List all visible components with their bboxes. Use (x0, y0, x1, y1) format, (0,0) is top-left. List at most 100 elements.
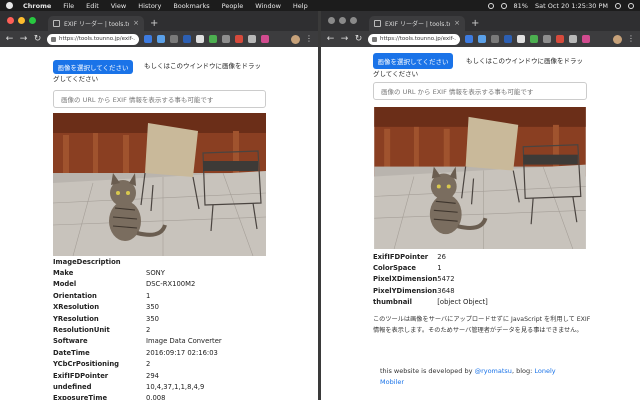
close-window-button[interactable] (7, 17, 14, 24)
extension-icon[interactable] (209, 35, 217, 43)
browser-menu-icon[interactable]: ⋮ (305, 35, 313, 43)
minimize-window-button[interactable] (18, 17, 25, 24)
menu-edit[interactable]: Edit (86, 2, 99, 10)
extension-icon[interactable] (478, 35, 486, 43)
reload-icon[interactable]: ↻ (33, 34, 42, 44)
close-tab-icon[interactable]: × (454, 20, 460, 27)
window-controls (328, 17, 357, 24)
exif-value: DSC-RX100M2 (146, 280, 196, 289)
desktop-screen: Chrome File Edit View History Bookmarks … (0, 0, 640, 400)
apple-icon[interactable] (6, 2, 13, 9)
extension-icon[interactable] (569, 35, 577, 43)
privacy-note: このツールは画像をサーバにアップロードせずに JavaScript を利用して … (373, 316, 591, 334)
zoom-window-button[interactable] (29, 17, 36, 24)
page-favicon-icon (53, 20, 60, 27)
exif-key: XResolution (53, 303, 100, 312)
exif-row: XResolution 350 (53, 302, 266, 313)
browser-menu-icon[interactable]: ⋮ (627, 35, 635, 43)
image-url-input[interactable]: 画像の URL から EXIF 情報を表示する事も可能です (373, 82, 587, 100)
footer-middle: , blog: (511, 367, 533, 375)
new-tab-button[interactable]: + (471, 18, 479, 29)
author-link[interactable]: @ryomatsu (475, 367, 512, 375)
extension-icon[interactable] (222, 35, 230, 43)
forward-icon[interactable]: → (340, 34, 349, 44)
reload-icon[interactable]: ↻ (354, 34, 363, 44)
menu-file[interactable]: File (63, 2, 74, 10)
exif-row: YCbCrPositioning 2 (53, 359, 266, 370)
extension-icon[interactable] (157, 35, 165, 43)
image-url-input[interactable]: 画像の URL から EXIF 情報を表示する事も可能です (53, 90, 266, 108)
extension-icon[interactable] (556, 35, 564, 43)
menu-people[interactable]: People (222, 2, 244, 10)
profile-avatar[interactable] (613, 34, 622, 44)
tab-title: EXIF リーダー | tools.tounno.jp (385, 21, 450, 28)
page-content: 画像を選択してください もしくはこのウインドウに画像をドラッグしてください 画像… (321, 47, 640, 400)
volume-icon[interactable] (500, 2, 507, 9)
menu-app-name[interactable]: Chrome (23, 2, 51, 10)
exif-key: YResolution (53, 314, 99, 323)
close-tab-icon[interactable]: × (133, 20, 139, 27)
extension-icon[interactable] (248, 35, 256, 43)
exif-row: YResolution 350 (53, 313, 266, 324)
address-url[interactable]: https://tools.tounno.jp/exif-... (380, 36, 456, 42)
exif-key: Orientation (53, 291, 97, 300)
browser-toolbar: ← → ↻ https://tools.tounno.jp/exif-... ⋮ (321, 31, 640, 47)
extension-icon[interactable] (170, 35, 178, 43)
back-icon[interactable]: ← (5, 34, 14, 44)
extension-icon[interactable] (235, 35, 243, 43)
extension-icon[interactable] (543, 35, 551, 43)
menu-history[interactable]: History (138, 2, 161, 10)
back-icon[interactable]: ← (326, 34, 335, 44)
menu-bar: Chrome File Edit View History Bookmarks … (0, 0, 640, 11)
extension-icon[interactable] (261, 35, 269, 43)
extension-icon[interactable] (491, 35, 499, 43)
cat-photo-drawing (53, 113, 266, 256)
browser-window-right: EXIF リーダー | tools.tounno.jp × + ← → ↻ ht… (321, 11, 640, 400)
menu-list-icon[interactable] (628, 2, 634, 9)
clock[interactable]: Sat Oct 20 1:25:30 PM (535, 2, 608, 10)
new-tab-button[interactable]: + (150, 18, 158, 29)
zoom-window-button[interactable] (350, 17, 357, 24)
extension-icon[interactable] (144, 35, 152, 43)
address-url[interactable]: https://tools.tounno.jp/exif-... (59, 36, 135, 42)
exif-value: 350 (146, 303, 159, 312)
extension-icon[interactable] (196, 35, 204, 43)
extension-icon[interactable] (582, 35, 590, 43)
exif-key: undefined (53, 382, 92, 391)
exif-row: ImageDescription (53, 256, 266, 267)
exif-key: DateTime (53, 348, 90, 357)
exif-key: YCbCrPositioning (53, 360, 120, 369)
exif-row: thumbnail [object Object] (373, 297, 587, 308)
exif-value: 1 (146, 291, 151, 300)
search-icon[interactable] (615, 2, 621, 9)
menu-bookmarks[interactable]: Bookmarks (173, 2, 209, 10)
exif-row: Model DSC-RX100M2 (53, 279, 266, 290)
extension-icon[interactable] (183, 35, 191, 43)
exif-key: Model (53, 280, 77, 289)
address-bar[interactable]: https://tools.tounno.jp/exif-... (368, 33, 460, 45)
extension-icon[interactable] (530, 35, 538, 43)
menu-view[interactable]: View (111, 2, 126, 10)
minimize-window-button[interactable] (339, 17, 346, 24)
tab-strip: EXIF リーダー | tools.tounno.jp × + (321, 11, 640, 31)
battery-percent[interactable]: 81% (514, 2, 528, 10)
forward-icon[interactable]: → (19, 34, 28, 44)
exif-row: ExposureTime 0.008 (53, 393, 266, 400)
exif-key: thumbnail (373, 298, 412, 307)
address-bar[interactable]: https://tools.tounno.jp/exif-... (47, 33, 139, 45)
menu-help[interactable]: Help (293, 2, 308, 10)
menu-window[interactable]: Window (255, 2, 281, 10)
exif-row: DateTime 2016:09:17 02:16:03 (53, 347, 266, 358)
profile-avatar[interactable] (291, 34, 300, 44)
exif-value: SONY (146, 269, 165, 278)
browser-tab[interactable]: EXIF リーダー | tools.tounno.jp × (369, 16, 465, 31)
extension-icon[interactable] (517, 35, 525, 43)
footer-prefix: this website is developed by (380, 367, 473, 375)
browser-tab[interactable]: EXIF リーダー | tools.tounno.jp × (48, 16, 144, 31)
exif-value: 294 (146, 371, 159, 380)
extension-icon[interactable] (504, 35, 512, 43)
extension-icon[interactable] (465, 35, 473, 43)
exif-key: PixelXDimension (373, 275, 438, 284)
wifi-icon[interactable] (487, 2, 494, 9)
close-window-button[interactable] (328, 17, 335, 24)
